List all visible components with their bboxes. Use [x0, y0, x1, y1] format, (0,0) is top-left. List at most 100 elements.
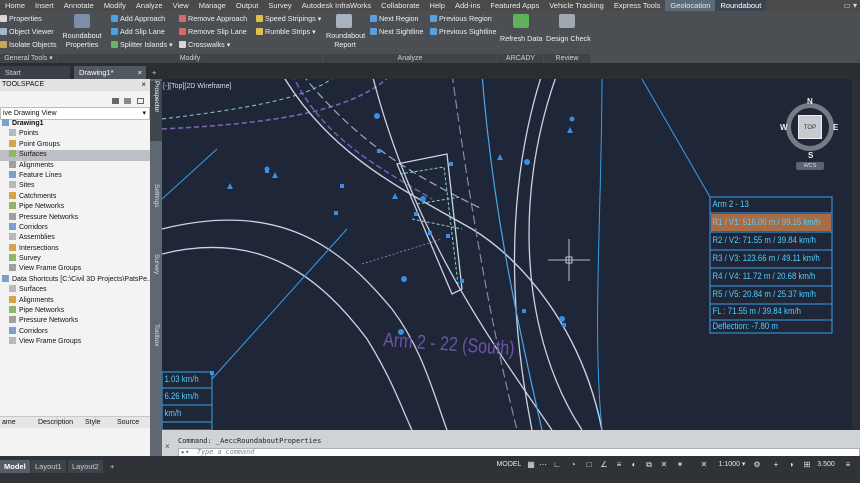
- object-viewer-button[interactable]: Object Viewer: [0, 27, 54, 36]
- tab-featured-apps[interactable]: Featured Apps: [485, 0, 544, 11]
- grid-icon[interactable]: ▦: [527, 457, 535, 473]
- viewcube[interactable]: TOP N S E W WCS: [780, 97, 840, 170]
- tab-express-tools[interactable]: Express Tools: [609, 0, 666, 11]
- tree-item[interactable]: Catchments: [0, 191, 150, 202]
- previous-sightline-button[interactable]: Previous Sightline: [430, 27, 497, 36]
- tab-insert[interactable]: Insert: [30, 0, 59, 11]
- gear-icon[interactable]: ⚙: [752, 457, 762, 473]
- tree-item[interactable]: Assemblies: [0, 233, 150, 243]
- add-slip-lane-button[interactable]: Add Slip Lane: [111, 27, 165, 36]
- tree-item[interactable]: Pipe Networks: [0, 202, 150, 212]
- design-check-button[interactable]: Design Check: [546, 34, 591, 43]
- tab-output[interactable]: Output: [231, 0, 264, 11]
- speed-stripings-button[interactable]: Speed Stripings ▾: [256, 14, 321, 23]
- toolspace-toolbar-icon[interactable]: [112, 98, 119, 104]
- selection-cycling-icon[interactable]: ⧉: [645, 457, 653, 473]
- compass-south[interactable]: S: [808, 151, 813, 160]
- layout-tab-model[interactable]: Model: [0, 460, 30, 473]
- polar-icon[interactable]: ◔: [569, 457, 577, 473]
- tree-item[interactable]: Alignments: [0, 160, 150, 171]
- tree-item[interactable]: Alignments: [0, 295, 150, 306]
- osnap-icon[interactable]: □: [585, 457, 593, 473]
- hardware-acceleration-icon[interactable]: ⊞: [803, 457, 811, 473]
- compass-east[interactable]: E: [833, 123, 838, 132]
- tab-toolbox[interactable]: Toolbox: [150, 324, 162, 364]
- tree-item[interactable]: Pipe Networks: [0, 306, 150, 316]
- previous-region-button[interactable]: Previous Region: [430, 14, 492, 23]
- tab-analyze[interactable]: Analyze: [131, 0, 168, 11]
- tab-survey[interactable]: Survey: [263, 0, 296, 11]
- tree-item[interactable]: Drawing1: [0, 119, 150, 129]
- tab-survey-side[interactable]: Survey: [150, 254, 162, 294]
- compass-north[interactable]: N: [807, 97, 813, 106]
- tree-item[interactable]: Corridors: [0, 222, 150, 233]
- column-source[interactable]: Source: [117, 417, 139, 429]
- isolate-objects-button[interactable]: Isolate Objects: [0, 40, 57, 49]
- tab-roundabout[interactable]: Roundabout: [715, 0, 767, 11]
- compass-west[interactable]: W: [780, 123, 788, 132]
- toolspace-toolbar-icon-3[interactable]: [137, 98, 144, 104]
- tab-view[interactable]: View: [168, 0, 194, 11]
- viewcube-top-face[interactable]: TOP: [798, 115, 822, 139]
- properties-button[interactable]: Properties: [0, 14, 42, 23]
- close-tab-icon[interactable]: ×: [138, 66, 142, 79]
- command-close-icon[interactable]: ×: [165, 442, 170, 451]
- tab-prospector[interactable]: Prospector: [150, 81, 162, 141]
- tab-vehicle-tracking[interactable]: Vehicle Tracking: [544, 0, 609, 11]
- column-style[interactable]: Style: [85, 417, 101, 429]
- tree-item[interactable]: Pressure Networks: [0, 316, 150, 326]
- otrack-icon[interactable]: ∠: [600, 457, 608, 473]
- remove-slip-lane-button[interactable]: Remove Slip Lane: [179, 27, 247, 36]
- tree-item[interactable]: Survey: [0, 254, 150, 264]
- crosswalks-button[interactable]: Crosswalks ▾: [179, 40, 230, 49]
- tree-item[interactable]: Points: [0, 129, 150, 139]
- tree-item[interactable]: Point Groups: [0, 139, 150, 150]
- tab-geolocation[interactable]: Geolocation: [665, 0, 716, 11]
- customization-icon[interactable]: ≡: [843, 457, 853, 473]
- transparency-icon[interactable]: ◐: [630, 457, 638, 473]
- tree-item[interactable]: View Frame Groups: [0, 264, 150, 274]
- tab-home[interactable]: Home: [0, 0, 30, 11]
- wcs-menu[interactable]: WCS: [796, 162, 824, 170]
- column-description[interactable]: Description: [38, 417, 73, 429]
- annotation-monitor-icon[interactable]: ✕: [660, 457, 668, 473]
- layout-tab-layout1[interactable]: Layout1: [31, 460, 66, 473]
- tab-annotate[interactable]: Annotate: [59, 0, 99, 11]
- tab-modify[interactable]: Modify: [99, 0, 131, 11]
- tree-item[interactable]: Pressure Networks: [0, 212, 150, 223]
- snap-icon[interactable]: ⋯: [539, 457, 547, 473]
- drawing-viewport[interactable]: [-][Top][2D Wireframe] TOP N S E W WCS A…: [162, 79, 852, 430]
- add-icon[interactable]: +: [771, 457, 781, 473]
- toolspace-close-icon[interactable]: ×: [141, 80, 146, 89]
- tree-item[interactable]: Surfaces: [0, 150, 150, 161]
- panel-general-tools[interactable]: General Tools ▾: [0, 54, 57, 63]
- tab-add-ins[interactable]: Add-ins: [450, 0, 485, 11]
- roundabout-properties-button[interactable]: Roundabout Properties: [62, 31, 102, 49]
- tree-item[interactable]: Sites: [0, 181, 150, 191]
- next-sightline-button[interactable]: Next Sightline: [370, 27, 423, 36]
- isolate-objects-icon[interactable]: ◑: [787, 457, 795, 473]
- rumble-strips-button[interactable]: Rumble Strips ▾: [256, 27, 316, 36]
- splitter-islands-button[interactable]: Splitter Islands ▾: [111, 40, 173, 49]
- vertical-scrollbar[interactable]: [852, 79, 860, 430]
- file-tab-start[interactable]: Start: [0, 66, 70, 79]
- refresh-data-button[interactable]: Refresh Data: [500, 34, 542, 43]
- column-name[interactable]: ame: [2, 417, 16, 429]
- model-space-button[interactable]: MODEL: [495, 457, 523, 473]
- next-region-button[interactable]: Next Region: [370, 14, 419, 23]
- tree-item[interactable]: Data Shortcuts [C:\Civil 3D Projects\Pat…: [0, 274, 153, 285]
- tree-item[interactable]: Feature Lines: [0, 170, 150, 181]
- add-layout-button[interactable]: +: [106, 460, 118, 473]
- add-approach-button[interactable]: Add Approach: [111, 14, 165, 23]
- window-controls[interactable]: ▭ ▾: [843, 0, 857, 11]
- tab-help[interactable]: Help: [425, 0, 450, 11]
- layout-tab-layout2[interactable]: Layout2: [68, 460, 103, 473]
- tree-item[interactable]: Corridors: [0, 326, 150, 337]
- ortho-icon[interactable]: ∟: [553, 457, 561, 473]
- tab-collaborate[interactable]: Collaborate: [376, 0, 424, 11]
- auto-scale-icon[interactable]: ✕: [700, 457, 708, 473]
- tree-item[interactable]: Intersections: [0, 243, 150, 254]
- tab-settings-side[interactable]: Settings: [150, 184, 162, 234]
- remove-approach-button[interactable]: Remove Approach: [179, 14, 247, 23]
- annotation-visibility-icon[interactable]: ✶: [675, 457, 685, 473]
